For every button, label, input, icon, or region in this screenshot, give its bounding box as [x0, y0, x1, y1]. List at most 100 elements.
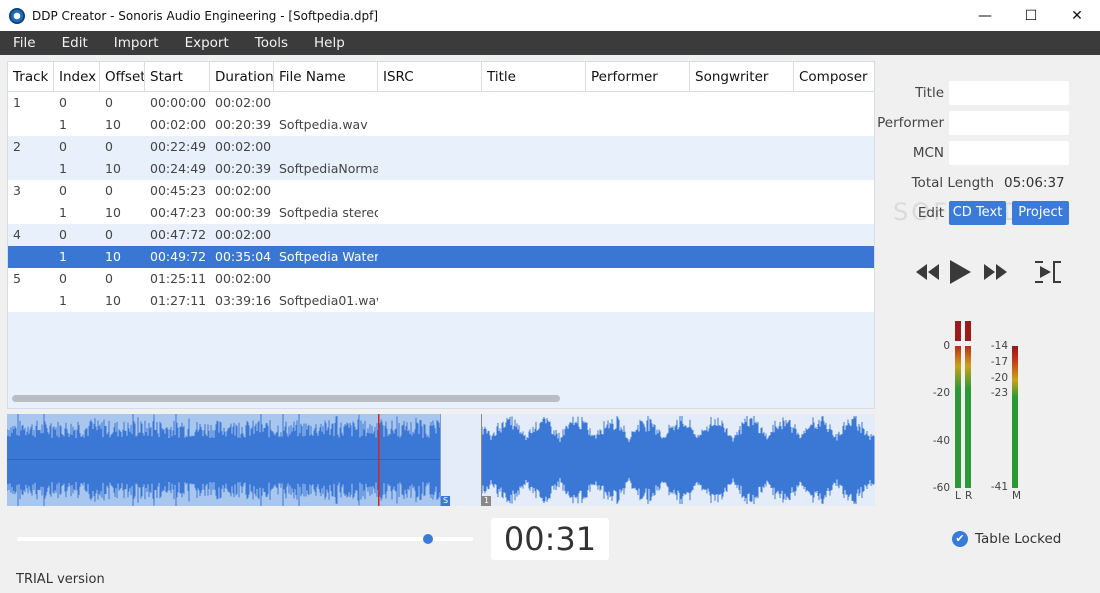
cell-file-name: Softpedia Waterr [279, 249, 378, 264]
cell-start: 00:02:00 [150, 117, 207, 132]
waveform-view[interactable]: S 1 [7, 414, 875, 506]
meter-l-label: L [955, 490, 961, 502]
table-row[interactable]: 1 10 00:47:23 00:00:39 Softpedia stereo [8, 202, 874, 224]
play-icon[interactable] [946, 258, 974, 286]
cell-offset: 10 [105, 293, 121, 308]
mcn-label: MCN [912, 145, 944, 161]
waveform-centerline [7, 459, 441, 460]
title-bar: DDP Creator - Sonoris Audio Engineering … [0, 0, 1100, 31]
cell-file-name: Softpedia.wav [279, 117, 368, 132]
cell-track: 3 [13, 183, 21, 198]
table-row[interactable]: 1 10 00:02:00 00:20:39 Softpedia.wav [8, 114, 874, 136]
cell-track [8, 246, 54, 268]
column-index[interactable]: Index [54, 62, 100, 92]
meter-scale-14: -14 [990, 340, 1008, 352]
table-body: 1 0 0 00:00:00 00:02:00 1 10 00:02:00 00… [8, 92, 874, 312]
track-table[interactable]: Track Index Offset Start Duration File N… [7, 61, 875, 409]
cell-offset: 0 [105, 139, 113, 154]
cell-index: 1 [59, 117, 67, 132]
playback-slider-handle[interactable] [423, 534, 433, 544]
menu-help[interactable]: Help [301, 31, 358, 55]
column-songwriter[interactable]: Songwriter [690, 62, 794, 92]
menu-file[interactable]: File [0, 31, 49, 55]
cell-duration: 00:00:39 [215, 205, 272, 220]
menu-bar: File Edit Import Export Tools Help [0, 31, 1100, 55]
meter-r-bar [965, 346, 971, 488]
cell-index: 0 [59, 95, 67, 110]
cell-start: 00:49:72 [150, 249, 207, 264]
column-file-name[interactable]: File Name [274, 62, 378, 92]
table-row[interactable]: 3 0 0 00:45:23 00:02:00 [8, 180, 874, 202]
cell-offset: 0 [105, 227, 113, 242]
column-performer[interactable]: Performer [586, 62, 690, 92]
playback-slider-track[interactable] [17, 537, 473, 541]
table-row[interactable]: 1 0 0 00:00:00 00:02:00 [8, 92, 874, 114]
cell-offset: 0 [105, 271, 113, 286]
performer-label: Performer [877, 115, 944, 131]
column-duration[interactable]: Duration [210, 62, 274, 92]
app-logo-icon [9, 7, 25, 24]
cell-start: 00:47:72 [150, 227, 207, 242]
column-title[interactable]: Title [482, 62, 586, 92]
meter-r-label: R [965, 490, 973, 502]
mcn-field[interactable] [949, 141, 1069, 165]
total-length-value: 05:06:37 [1004, 175, 1065, 191]
fast-forward-icon[interactable] [982, 258, 1010, 286]
cell-duration: 00:02:00 [215, 95, 272, 110]
trial-status: TRIAL version [16, 572, 105, 587]
column-offset[interactable]: Offset [100, 62, 145, 92]
cell-file-name [274, 136, 378, 158]
cell-track [8, 158, 54, 180]
column-isrc[interactable]: ISRC [378, 62, 482, 92]
cell-offset: 0 [105, 183, 113, 198]
cell-index: 1 [59, 293, 67, 308]
table-row[interactable]: 5 0 0 01:25:11 00:02:00 [8, 268, 874, 290]
marker-s-line [440, 414, 441, 506]
menu-edit[interactable]: Edit [49, 31, 101, 55]
cell-file-name [274, 268, 378, 290]
cell-track: 1 [13, 95, 21, 110]
snap-to-marker-icon[interactable] [1034, 258, 1062, 286]
cell-duration: 03:39:16 [215, 293, 272, 308]
cell-index: 0 [59, 227, 67, 242]
cell-track [8, 290, 54, 312]
menu-tools[interactable]: Tools [242, 31, 301, 55]
table-row[interactable]: 2 0 0 00:22:49 00:02:00 [8, 136, 874, 158]
table-row-selected[interactable]: 1 10 00:49:72 00:35:04 Softpedia Waterr [8, 246, 874, 268]
meter-scale-20: -20 [932, 387, 950, 399]
table-locked-label[interactable]: Table Locked [975, 531, 1061, 547]
maximize-button[interactable]: ☐ [1008, 0, 1054, 31]
column-composer[interactable]: Composer [794, 62, 874, 92]
cell-duration: 00:02:00 [215, 271, 272, 286]
waveform-graphic [7, 414, 875, 506]
cell-file-name [274, 92, 378, 114]
cell-duration: 00:35:04 [215, 249, 272, 264]
menu-export[interactable]: Export [172, 31, 242, 55]
marker-1-tag[interactable]: 1 [482, 496, 491, 506]
marker-s-tag[interactable]: S [441, 496, 450, 506]
close-button[interactable]: ✕ [1054, 0, 1100, 31]
meter-m-label: M [1012, 490, 1022, 502]
horizontal-scrollbar[interactable] [12, 395, 560, 402]
minimize-button[interactable]: — [962, 0, 1008, 31]
cell-duration: 00:20:39 [215, 161, 272, 176]
title-field[interactable] [949, 81, 1069, 105]
column-start[interactable]: Start [145, 62, 210, 92]
menu-import[interactable]: Import [101, 31, 172, 55]
cell-start: 00:00:00 [150, 95, 207, 110]
cd-text-button[interactable]: CD Text [949, 201, 1006, 225]
project-button[interactable]: Project [1012, 201, 1069, 225]
table-row[interactable]: 4 0 0 00:47:72 00:02:00 [8, 224, 874, 246]
table-row[interactable]: 1 10 00:24:49 00:20:39 SoftpediaNormal [8, 158, 874, 180]
meter-scale-23: -23 [990, 387, 1008, 399]
rewind-icon[interactable] [914, 258, 942, 286]
table-locked-check-icon[interactable]: ✔ [952, 531, 968, 547]
table-row[interactable]: 1 10 01:27:11 03:39:16 Softpedia01.wav [8, 290, 874, 312]
table-header: Track Index Offset Start Duration File N… [8, 62, 874, 92]
meter-scale-17: -17 [990, 356, 1008, 368]
meter-scale-60: -60 [932, 482, 950, 494]
performer-field[interactable] [949, 111, 1069, 135]
column-track[interactable]: Track [8, 62, 54, 92]
cell-start: 00:45:23 [150, 183, 207, 198]
cell-file-name: Softpedia01.wav [279, 293, 378, 308]
